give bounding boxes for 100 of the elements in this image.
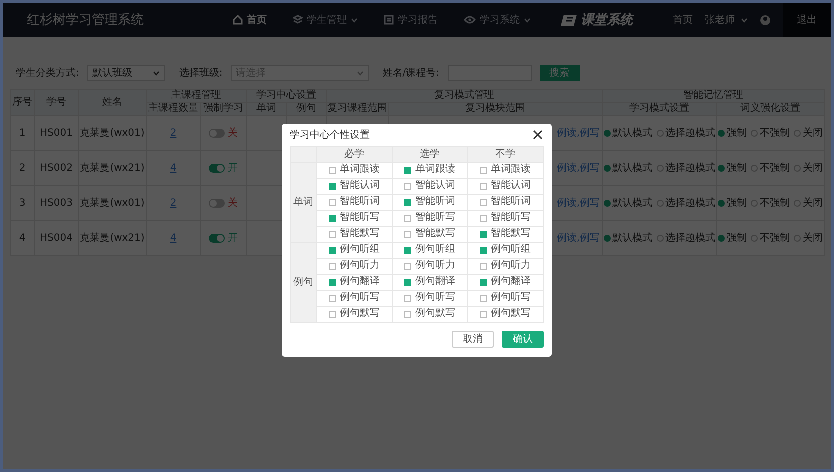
checkbox-option[interactable]: 智能认词 [317,180,392,192]
checkbox-option[interactable]: 例句默写 [392,308,468,320]
radio-option[interactable]: 不强制 [751,231,790,245]
radio-option[interactable]: 选择题模式 [656,231,716,245]
table-cell: 3 [19,198,26,208]
checkbox-option[interactable]: 例句听写 [317,292,392,304]
radio-option[interactable]: 选择题模式 [656,161,716,175]
caret-icon [741,18,748,22]
toggle-switch[interactable] [209,128,225,138]
column-header: 单词 [246,102,286,116]
checkbox-option[interactable]: 智能默写 [392,228,468,240]
radio-option[interactable]: 关闭 [794,196,823,210]
radio-option[interactable]: 选择题模式 [656,126,716,140]
checkbox-option[interactable]: 智能听写 [392,212,468,224]
checkbox-option[interactable]: 例句听组 [468,244,543,256]
column-header: 选学 [392,146,468,162]
radio-option[interactable]: 不强制 [751,126,790,140]
select-field[interactable]: 默认班级 [87,65,166,81]
checkbox-option[interactable]: 单词跟读 [468,164,543,176]
column-header: 词义强化设置 [716,102,824,116]
group-label: 例句 [294,277,314,288]
cancel-button[interactable]: 取消 [452,330,494,348]
radio-option[interactable]: 默认模式 [604,161,652,175]
toggle-switch[interactable] [209,198,225,208]
column-header: 必学 [316,146,392,162]
checkbox-option[interactable]: 例句翻译 [468,276,543,288]
checkbox-option[interactable]: 智能默写 [468,228,543,240]
table-cell: 克莱曼(wx01) [80,128,145,139]
checkbox-option[interactable]: 例句翻译 [392,276,468,288]
radio-option[interactable]: 关闭 [794,231,823,245]
switch-label: 关 [228,198,238,209]
brand-logo: 课堂系统 [561,11,633,29]
column-header: 智能记忆管理 [602,90,824,102]
checkbox-option[interactable]: 智能听写 [317,212,392,224]
course-count-link[interactable]: 2 [170,198,177,208]
switch-label: 关 [228,128,238,139]
caret-icon [356,70,364,76]
user-menu[interactable]: 张老师 [705,13,748,27]
checkbox-option[interactable]: 例句默写 [468,308,543,320]
toggle-switch[interactable] [209,234,225,243]
table-cell: HS001 [40,128,73,138]
radio-option[interactable]: 关闭 [794,161,823,175]
course-count-link[interactable]: 2 [170,128,177,138]
close-button[interactable] [532,128,544,140]
checkbox-option[interactable]: 智能听写 [468,212,543,224]
checkbox-option[interactable]: 例句听力 [392,260,468,272]
confirm-button[interactable]: 确认 [502,330,544,348]
checkbox-option[interactable]: 例句翻译 [317,276,392,288]
eye-icon [464,16,476,24]
radio-option[interactable]: 默认模式 [604,231,652,245]
checkbox-option[interactable]: 单词跟读 [317,164,392,176]
table-cell: 克莱曼(wx21) [80,163,145,174]
app-title: 红杉树学习管理系统 [26,12,145,29]
column-header: 主课程管理 [146,90,246,102]
radio-option[interactable]: 强制 [718,126,747,140]
checkbox-option[interactable]: 单词跟读 [392,164,468,176]
column-header: 姓名 [78,90,146,116]
toggle-switch[interactable] [209,164,225,173]
radio-option[interactable]: 选择题模式 [656,196,716,210]
column-header: 序号 [10,90,34,116]
search-button[interactable]: 搜索 [540,65,580,81]
logout-button[interactable]: 退出 [783,3,831,37]
checkbox-option[interactable]: 智能默写 [317,228,392,240]
checkbox-option[interactable]: 智能听词 [468,196,543,208]
column-header: 主课程数量 [146,102,200,116]
radio-option[interactable]: 不强制 [751,196,790,210]
home-link[interactable]: 首页 [673,13,693,27]
checkbox-option[interactable]: 智能听词 [317,196,392,208]
checkbox-option[interactable]: 例句听写 [392,292,468,304]
checkbox-option[interactable]: 例句听写 [468,292,543,304]
radio-option[interactable]: 默认模式 [604,196,652,210]
caret-icon [153,70,160,76]
home-icon [233,15,243,25]
checkbox-option[interactable]: 智能听词 [392,196,468,208]
radio-option[interactable]: 强制 [718,196,747,210]
column-header: 复习课程范围 [326,102,388,116]
radio-option[interactable]: 关闭 [794,126,823,140]
filter-label: 学生分类方式: [16,66,80,80]
report-icon [384,15,394,25]
checkbox-option[interactable]: 例句听力 [317,260,392,272]
checkbox-option[interactable]: 智能认词 [392,180,468,192]
table-cell: 2 [19,162,26,174]
column-header: 学号 [34,90,78,116]
checkbox-option[interactable]: 例句听组 [392,244,468,256]
course-count-link[interactable]: 4 [170,162,177,174]
logo-icon [561,14,577,26]
dialog-title: 学习中心个性设置 [290,128,370,142]
checkbox-option[interactable]: 例句听力 [468,260,543,272]
checkbox-option[interactable]: 例句听组 [317,244,392,256]
radio-option[interactable]: 不强制 [751,161,790,175]
column-header: 复习模块范围 [388,102,602,116]
radio-option[interactable]: 强制 [718,161,747,175]
avatar-icon[interactable] [760,14,771,26]
radio-option[interactable]: 强制 [718,231,747,245]
nav-item[interactable]: 首页 [233,13,267,27]
radio-option[interactable]: 默认模式 [604,126,652,140]
checkbox-option[interactable]: 智能认词 [468,180,543,192]
course-count-link[interactable]: 4 [170,232,177,244]
group-label: 单词 [294,197,314,208]
checkbox-option[interactable]: 例句默写 [317,308,392,320]
